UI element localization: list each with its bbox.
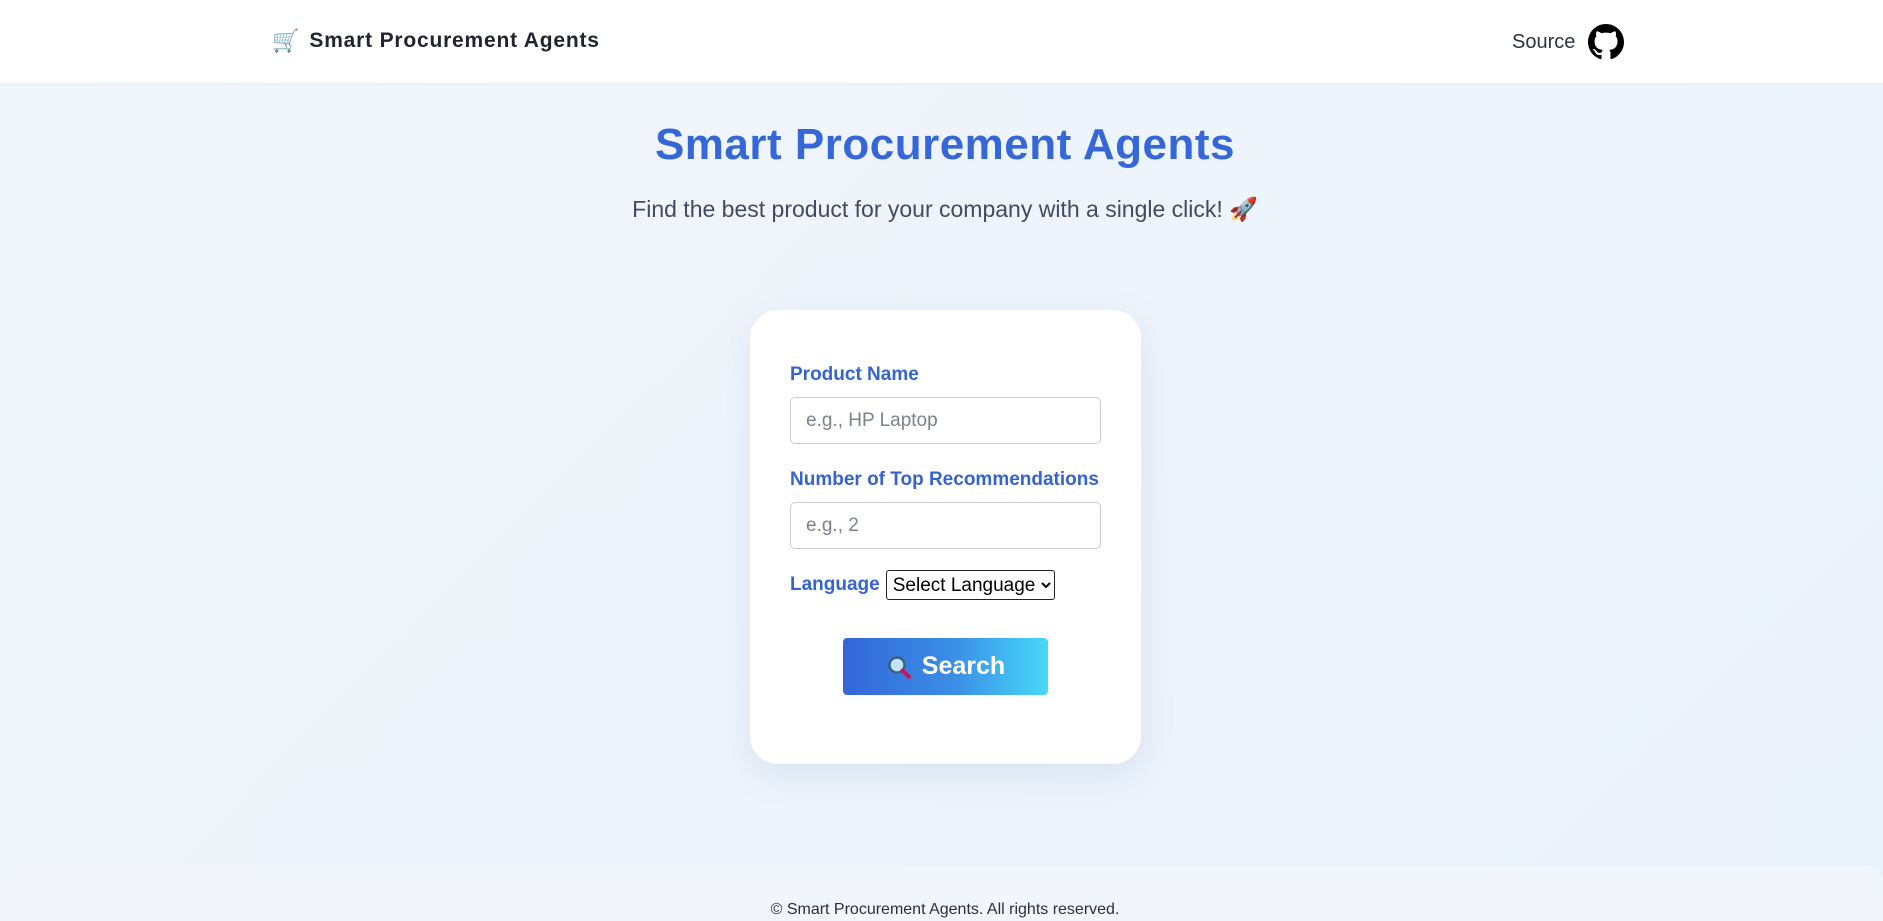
product-name-label: Product Name (790, 364, 919, 385)
search-button-label: Search (921, 652, 1006, 680)
top-recommendations-label: Number of Top Recommendations (790, 469, 1099, 490)
page-title: Smart Procurement Agents (654, 120, 1236, 169)
shopping-cart-icon: 🛒 (272, 28, 300, 53)
github-icon (1588, 24, 1625, 60)
language-label: Language (790, 574, 880, 595)
magnifier-icon (888, 655, 911, 679)
top-recommendations-input[interactable] (790, 502, 1101, 549)
search-button[interactable]: Search (843, 638, 1048, 695)
brand-title: Smart Procurement Agents (309, 29, 600, 52)
product-name-input[interactable] (790, 397, 1101, 444)
source-label: Source (1512, 30, 1576, 53)
page-subtitle: Find the best product for your company w… (632, 196, 1258, 222)
brand[interactable]: 🛒 Smart Procurement Agents (272, 26, 600, 56)
top-navbar: 🛒 Smart Procurement Agents Source (0, 0, 1883, 83)
footer: © Smart Procurement Agents. All rights r… (0, 865, 1883, 921)
language-row: Language Select Language (790, 570, 1055, 600)
language-select[interactable]: Select Language (885, 570, 1055, 600)
search-form-card: Product Name Number of Top Recommendatio… (750, 310, 1141, 764)
source-link[interactable]: Source (1512, 24, 1625, 60)
footer-copyright: © Smart Procurement Agents. All rights r… (770, 901, 1120, 918)
